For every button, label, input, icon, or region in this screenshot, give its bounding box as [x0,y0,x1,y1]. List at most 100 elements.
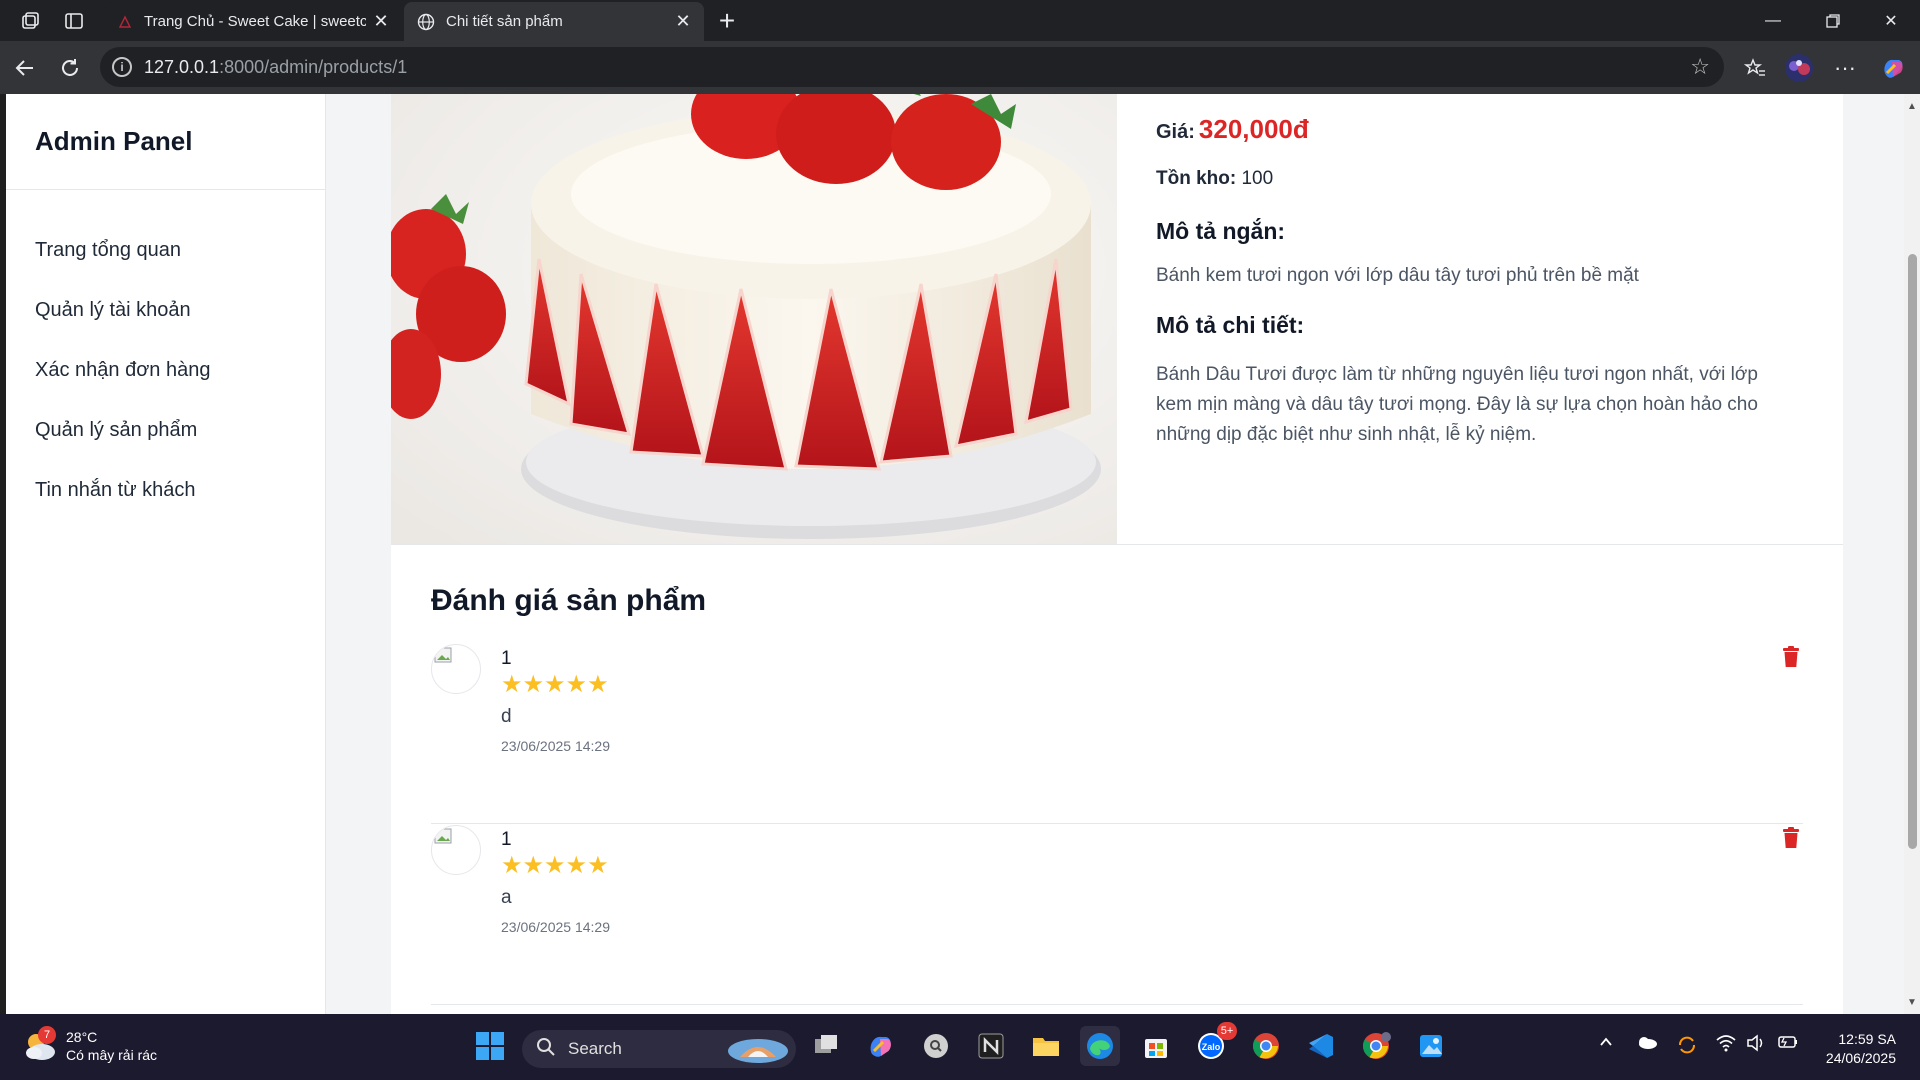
weather-badge: 7 [38,1026,56,1044]
file-explorer-icon[interactable] [1026,1026,1066,1066]
microsoft-store-icon[interactable] [1136,1026,1176,1066]
maximize-button[interactable] [1804,0,1862,41]
long-description: Bánh Dâu Tươi được làm từ những nguyên l… [1156,364,1758,445]
reviewer-avatar [431,644,481,694]
address-bar[interactable]: i 127.0.0.1:8000/admin/products/1 ☆ [100,47,1724,87]
section-divider [391,544,1843,545]
minimize-button[interactable]: — [1744,0,1802,41]
product-image [391,94,1117,544]
back-button[interactable] [10,53,40,83]
search-label: Search [568,1039,622,1058]
review-text: a [501,887,512,908]
favorites-icon[interactable] [1740,53,1770,83]
notion-icon[interactable] [971,1026,1011,1066]
site-info-icon[interactable]: i [112,57,132,77]
globe-icon [416,12,436,32]
chrome-profile-icon[interactable] [1356,1026,1396,1066]
tab-sweet-cake[interactable]: Trang Chủ - Sweet Cake | sweetca ✕ [104,2,402,41]
long-description-heading: Mô tả chi tiết: [1156,312,1305,338]
tab-product-detail[interactable]: Chi tiết sản phẩm ✕ [404,2,704,41]
sidebar-nav: Trang tổng quan Quản lý tài khoản Xác nh… [6,190,325,520]
sync-icon[interactable] [1676,1034,1698,1061]
volume-icon[interactable] [1746,1034,1766,1057]
clock-date: 24/06/2025 [1825,1050,1896,1066]
price-value: 320,000đ [1198,114,1309,144]
delete-review-trash-icon[interactable] [1781,827,1803,851]
stock-label: Tồn kho: [1156,168,1237,189]
clock-time: 12:59 SA [1838,1031,1896,1047]
new-tab-button[interactable]: + [712,5,742,36]
review-date: 23/06/2025 14:29 [501,919,610,935]
taskbar-search-box[interactable]: Search [522,1030,796,1068]
show-hidden-icons-chevron-icon[interactable] [1598,1034,1614,1055]
scroll-up-arrow-icon[interactable]: ▲ [1906,100,1918,112]
more-options-icon[interactable]: ··· [1830,53,1860,83]
close-window-button[interactable]: ✕ [1862,0,1920,41]
tab-title: Chi tiết sản phẩm [446,13,563,30]
search-icon [536,1037,556,1062]
page-viewport: Admin Panel Trang tổng quan Quản lý tài … [6,94,1920,1014]
copilot-app-icon[interactable] [861,1026,901,1066]
vertical-tabs-icon[interactable] [61,8,87,34]
sidebar-item-orders[interactable]: Xác nhận đơn hàng [6,340,325,400]
battery-icon[interactable] [1776,1034,1798,1055]
task-view-icon[interactable] [806,1026,846,1066]
start-button[interactable] [470,1026,510,1066]
close-icon[interactable]: ✕ [672,10,694,32]
address-toolbar: i 127.0.0.1:8000/admin/products/1 ☆ ··· [0,41,1920,94]
windows-taskbar: 7 28°C Có mây rải rác Search Zalo 5+ 12:… [0,1014,1920,1080]
sidebar-item-products[interactable]: Quản lý sản phẩm [6,400,325,460]
vscode-icon[interactable] [1301,1026,1341,1066]
weather-desc: Có mây rải rác [66,1047,158,1063]
system-clock[interactable]: 12:59 SA 24/06/2025 [1826,1030,1896,1068]
reload-button[interactable] [55,53,85,83]
reviews-heading: Đánh giá sản phẩm [431,584,707,617]
search-app-icon[interactable] [916,1026,956,1066]
close-icon[interactable]: ✕ [370,10,392,32]
sidebar-header: Admin Panel [6,94,325,190]
zalo-badge: 5+ [1217,1022,1237,1040]
product-stock: Tồn kho: 100 [1156,168,1273,190]
sidebar-item-dashboard[interactable]: Trang tổng quan [6,220,325,280]
chrome-icon[interactable] [1246,1026,1286,1066]
review-date: 23/06/2025 14:29 [501,738,610,754]
product-price: Giá: 320,000đ [1156,114,1309,145]
delete-review-trash-icon[interactable] [1781,646,1803,670]
weather-cloud-icon: 7 [22,1026,58,1064]
review-item: 1 ★★★★★ a 23/06/2025 14:29 [431,825,1803,1005]
scroll-down-arrow-icon[interactable]: ▼ [1906,996,1918,1008]
weather-temp: 28°C [66,1029,98,1045]
zalo-icon[interactable]: Zalo 5+ [1191,1022,1237,1066]
search-highlight-icon [726,1033,790,1070]
workspaces-icon[interactable] [17,8,43,34]
onedrive-cloud-icon[interactable] [1636,1034,1658,1055]
wifi-icon[interactable] [1716,1034,1736,1057]
svg-text:Zalo: Zalo [1202,1042,1221,1052]
edge-browser-icon[interactable] [1080,1026,1120,1066]
price-label: Giá: [1156,121,1195,143]
scrollbar-thumb[interactable] [1908,254,1917,849]
short-description-heading: Mô tả ngắn: [1156,218,1286,244]
sidebar-item-accounts[interactable]: Quản lý tài khoản [6,280,325,340]
reviewer-name: 1 [501,648,512,669]
sidebar-title: Admin Panel [35,126,193,156]
review-item: 1 ★★★★★ d 23/06/2025 14:29 [431,644,1803,824]
tab-title: Trang Chủ - Sweet Cake | sweetca [144,13,366,30]
profile-avatar[interactable] [1784,53,1814,83]
reviewer-name: 1 [501,829,512,850]
photos-icon[interactable] [1411,1026,1451,1066]
favorite-star-icon[interactable]: ☆ [1690,54,1710,80]
rating-stars: ★★★★★ [501,671,609,698]
url-text: 127.0.0.1:8000/admin/products/1 [144,56,408,77]
stock-value: 100 [1241,168,1274,189]
short-description: Bánh kem tươi ngon với lớp dâu tây tươi … [1156,265,1639,286]
browser-tab-bar: Trang Chủ - Sweet Cake | sweetca ✕ Chi t… [0,0,1920,41]
weather-widget[interactable]: 7 28°C Có mây rải rác [22,1026,158,1064]
sidebar-item-messages[interactable]: Tin nhắn từ khách [6,460,325,520]
copilot-icon[interactable] [1878,53,1908,83]
page-scrollbar[interactable]: ▲ ▼ [1904,94,1920,1014]
reviewer-avatar [431,825,481,875]
cake-favicon-icon [116,13,134,31]
product-detail-card: Giá: 320,000đ Tồn kho: 100 Mô tả ngắn: Bá… [391,94,1843,1014]
rating-stars: ★★★★★ [501,852,609,879]
